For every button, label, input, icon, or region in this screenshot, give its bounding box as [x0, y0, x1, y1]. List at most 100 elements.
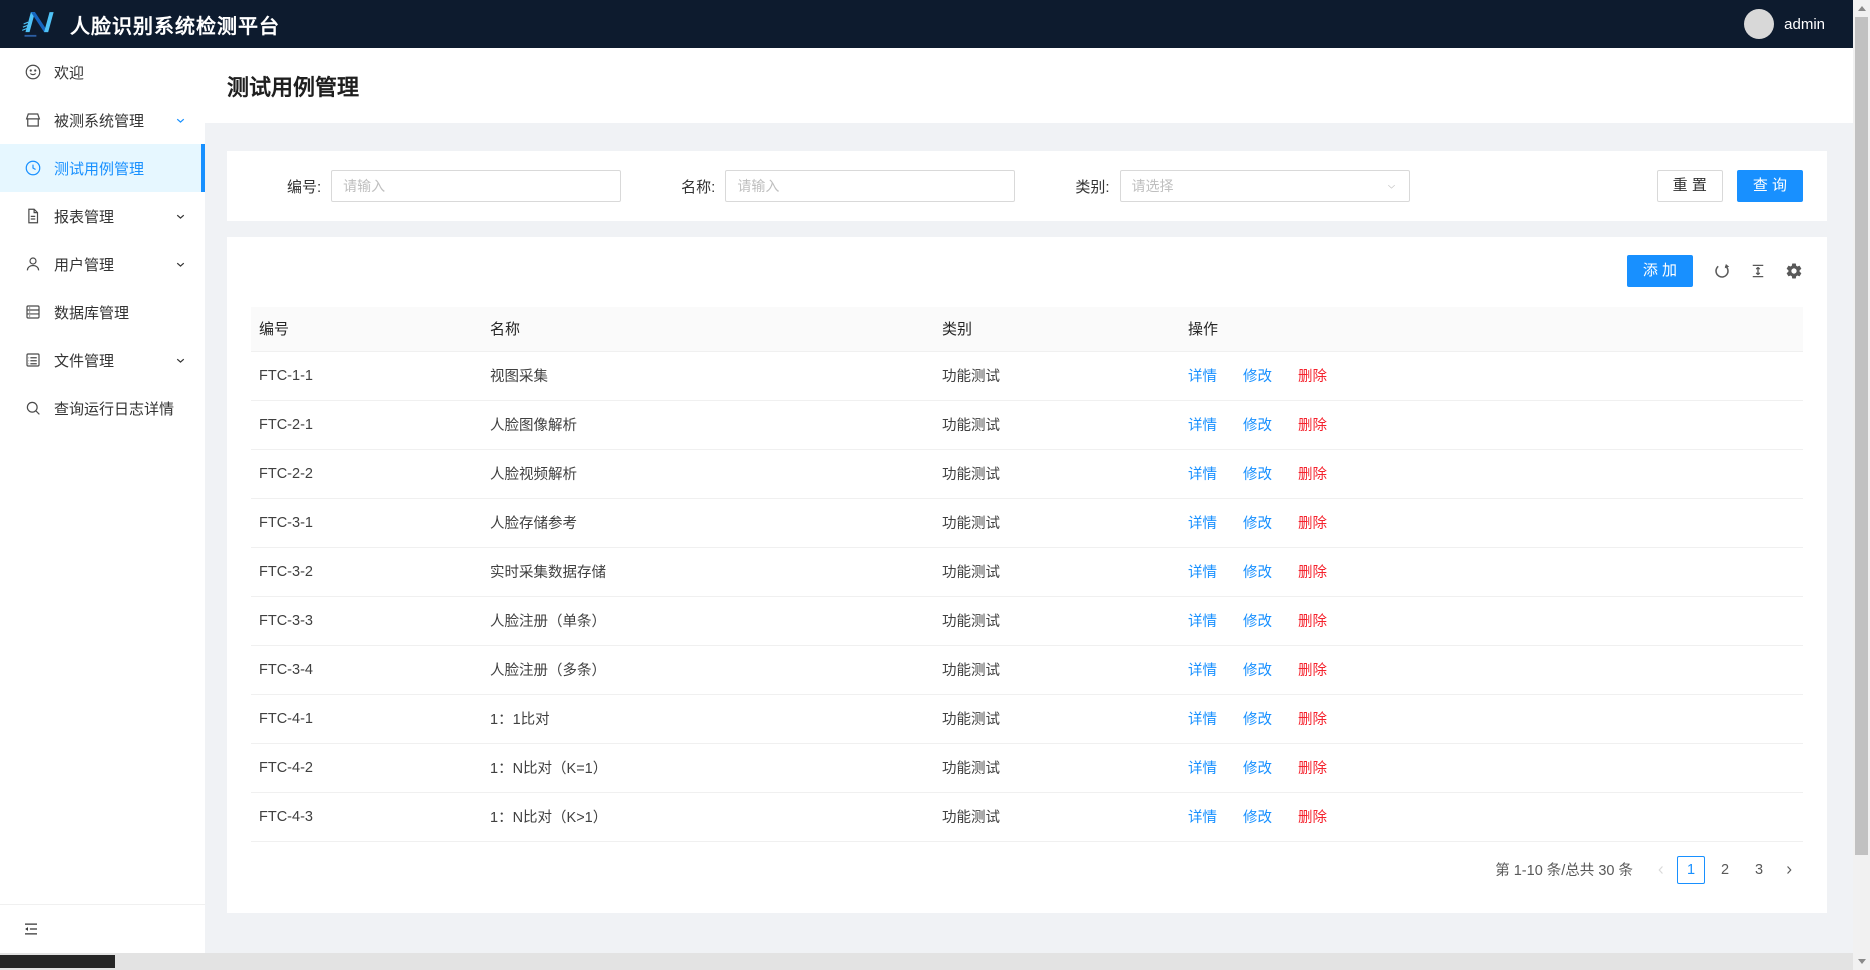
number-input[interactable]: [331, 170, 621, 202]
delete-link[interactable]: 删除: [1298, 565, 1327, 581]
vertical-scrollbar[interactable]: [1853, 0, 1870, 970]
chevron-down-icon: [174, 114, 187, 127]
detail-link[interactable]: 详情: [1188, 663, 1217, 679]
category-select[interactable]: 请选择: [1120, 170, 1410, 202]
delete-link[interactable]: 删除: [1298, 712, 1327, 728]
delete-link[interactable]: 删除: [1298, 516, 1327, 532]
table-row: FTC-3-1人脸存储参考功能测试详情修改删除: [251, 498, 1803, 547]
edit-link[interactable]: 修改: [1243, 810, 1272, 826]
edit-link[interactable]: 修改: [1243, 614, 1272, 630]
sidebar-item-user-management[interactable]: 用户管理: [0, 240, 205, 288]
scroll-down-icon[interactable]: [1858, 959, 1866, 964]
smile-icon: [24, 63, 42, 81]
cell-category: 功能测试: [934, 547, 1180, 596]
horizontal-scrollbar-thumb[interactable]: [0, 955, 115, 968]
menu-fold-icon[interactable]: [22, 920, 40, 938]
cell-id: FTC-2-2: [251, 449, 482, 498]
app-window: 人脸识别系统检测平台 admin 欢迎被测系统管理测试用例管理报表管理用户管理数…: [0, 0, 1870, 970]
cell-name: 人脸注册（多条）: [482, 645, 934, 694]
sidebar-item-database-management[interactable]: 数据库管理: [0, 288, 205, 336]
cell-category: 功能测试: [934, 498, 1180, 547]
sidebar-item-label: 测试用例管理: [54, 158, 187, 179]
database-icon: [24, 303, 42, 321]
delete-link[interactable]: 删除: [1298, 810, 1327, 826]
edit-link[interactable]: 修改: [1243, 516, 1272, 532]
delete-link[interactable]: 删除: [1298, 418, 1327, 434]
page-button-2[interactable]: 2: [1711, 856, 1739, 884]
table-row: FTC-2-1人脸图像解析功能测试详情修改删除: [251, 400, 1803, 449]
table-row: FTC-4-31：N比对（K>1）功能测试详情修改删除: [251, 792, 1803, 841]
sidebar-footer: [0, 904, 205, 953]
horizontal-scrollbar[interactable]: [0, 953, 1853, 970]
page-button-1[interactable]: 1: [1677, 856, 1705, 884]
app-title: 人脸识别系统检测平台: [70, 10, 280, 39]
pagination: 第 1-10 条/总共 30 条 123: [251, 856, 1803, 884]
cell-category: 功能测试: [934, 449, 1180, 498]
reset-button[interactable]: 重 置: [1657, 170, 1723, 202]
table-header-row: 编号名称类别操作: [251, 307, 1803, 351]
add-button[interactable]: 添 加: [1627, 255, 1693, 287]
file-icon: [24, 207, 42, 225]
detail-link[interactable]: 详情: [1188, 418, 1217, 434]
cell-actions: 详情 修改 删除: [1180, 498, 1803, 547]
name-input[interactable]: [725, 170, 1015, 202]
edit-link[interactable]: 修改: [1243, 761, 1272, 777]
clock-icon: [24, 159, 42, 177]
page-title-bar: 测试用例管理: [205, 48, 1853, 123]
detail-link[interactable]: 详情: [1188, 516, 1217, 532]
table-row: FTC-3-3人脸注册（单条）功能测试详情修改删除: [251, 596, 1803, 645]
detail-link[interactable]: 详情: [1188, 761, 1217, 777]
delete-link[interactable]: 删除: [1298, 761, 1327, 777]
sidebar-item-tested-system-management[interactable]: 被测系统管理: [0, 96, 205, 144]
sidebar-item-label: 数据库管理: [54, 302, 187, 323]
sidebar-item-report-management[interactable]: 报表管理: [0, 192, 205, 240]
sidebar-item-label: 被测系统管理: [54, 110, 174, 131]
settings-icon[interactable]: [1785, 262, 1803, 280]
detail-link[interactable]: 详情: [1188, 369, 1217, 385]
detail-link[interactable]: 详情: [1188, 712, 1217, 728]
delete-link[interactable]: 删除: [1298, 614, 1327, 630]
edit-link[interactable]: 修改: [1243, 712, 1272, 728]
cell-actions: 详情 修改 删除: [1180, 596, 1803, 645]
edit-link[interactable]: 修改: [1243, 369, 1272, 385]
delete-link[interactable]: 删除: [1298, 369, 1327, 385]
detail-link[interactable]: 详情: [1188, 614, 1217, 630]
sidebar-item-label: 报表管理: [54, 206, 174, 227]
cell-id: FTC-4-3: [251, 792, 482, 841]
sidebar-item-welcome[interactable]: 欢迎: [0, 48, 205, 96]
cell-category: 功能测试: [934, 792, 1180, 841]
app-header: 人脸识别系统检测平台 admin: [0, 0, 1853, 48]
search-button[interactable]: 查 询: [1737, 170, 1803, 202]
chevron-down-icon: [174, 354, 187, 367]
cell-id: FTC-4-1: [251, 694, 482, 743]
user-avatar[interactable]: [1744, 9, 1774, 39]
header-user-area: admin: [1744, 9, 1853, 39]
cell-name: 1：1比对: [482, 694, 934, 743]
detail-link[interactable]: 详情: [1188, 565, 1217, 581]
detail-link[interactable]: 详情: [1188, 467, 1217, 483]
delete-link[interactable]: 删除: [1298, 663, 1327, 679]
vertical-scrollbar-thumb[interactable]: [1855, 17, 1868, 855]
reload-icon[interactable]: [1713, 262, 1731, 280]
cell-name: 1：N比对（K=1）: [482, 743, 934, 792]
column-height-icon[interactable]: [1749, 262, 1767, 280]
scroll-up-icon[interactable]: [1858, 6, 1866, 11]
edit-link[interactable]: 修改: [1243, 565, 1272, 581]
edit-link[interactable]: 修改: [1243, 663, 1272, 679]
cell-id: FTC-1-1: [251, 351, 482, 400]
next-page-icon[interactable]: [1775, 856, 1803, 884]
delete-link[interactable]: 删除: [1298, 467, 1327, 483]
sidebar-item-test-case-management[interactable]: 测试用例管理: [0, 144, 205, 192]
sidebar-item-file-management[interactable]: 文件管理: [0, 336, 205, 384]
name-label: 名称:: [681, 176, 715, 197]
sidebar-item-query-run-log-detail[interactable]: 查询运行日志详情: [0, 384, 205, 432]
filter-card: 编号: 名称: 类别: 请选择 重 置: [227, 151, 1827, 221]
table-card: 添 加: [227, 237, 1827, 913]
username[interactable]: admin: [1784, 16, 1825, 33]
edit-link[interactable]: 修改: [1243, 418, 1272, 434]
cell-category: 功能测试: [934, 743, 1180, 792]
edit-link[interactable]: 修改: [1243, 467, 1272, 483]
detail-link[interactable]: 详情: [1188, 810, 1217, 826]
prev-page-icon[interactable]: [1647, 856, 1675, 884]
page-button-3[interactable]: 3: [1745, 856, 1773, 884]
